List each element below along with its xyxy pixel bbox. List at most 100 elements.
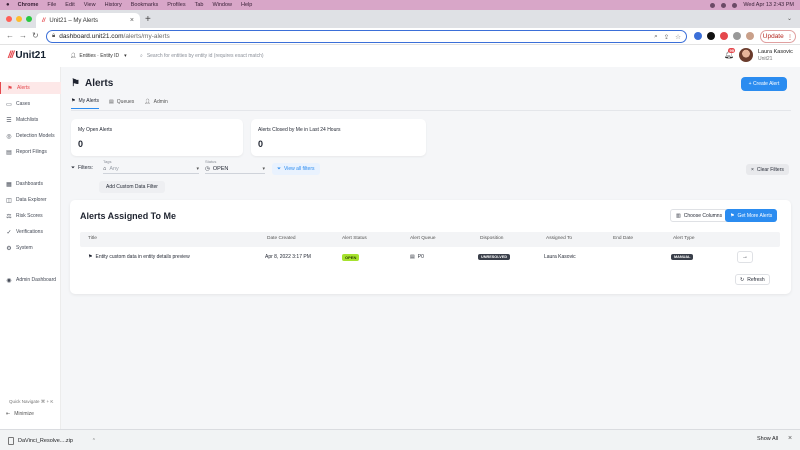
flag-icon: ⚑ (71, 78, 80, 89)
status-icon[interactable] (710, 2, 716, 8)
menu-edit[interactable]: Edit (65, 2, 74, 8)
show-all-downloads-link[interactable]: Show All (757, 436, 778, 442)
sidebar-item-dashboards[interactable]: ▦ Dashboards (0, 178, 61, 190)
tab-search-chevron-icon[interactable]: ⌄ (787, 15, 792, 22)
apple-icon[interactable]: ● (6, 2, 10, 8)
forward-icon[interactable]: → (19, 31, 27, 40)
admin-user-icon: 👤︎ (144, 98, 151, 105)
refresh-icon: ↻ (740, 276, 745, 283)
sidebar-item-admin-dashboard[interactable]: ◉ Admin Dashboard (0, 274, 61, 286)
chevron-up-icon[interactable]: ⌃ (92, 438, 96, 444)
tags-filter-select[interactable]: Tags ⌂ Any ▾ (103, 159, 199, 177)
sidebar-item-cases[interactable]: ▭ Cases (0, 98, 61, 110)
get-more-alerts-button[interactable]: ⚑ Get More Alerts (725, 209, 778, 222)
zoom-window-icon[interactable] (26, 16, 32, 22)
table-row[interactable]: ⚑ Entity custom data in entity details pr… (80, 250, 780, 266)
column-header[interactable]: Disposition (480, 236, 503, 241)
wifi-icon[interactable] (721, 2, 727, 8)
download-item[interactable]: DaVinci_Resolve....zip ⌃ (8, 434, 96, 447)
sidebar-item-detection-models[interactable]: ◎ Detection Models (0, 130, 61, 142)
refresh-button[interactable]: ↻ Refresh (735, 274, 770, 285)
sidebar-item-label: Report Filings (16, 149, 47, 155)
entity-search-input[interactable]: ⌕ Search for entities by entity id (requ… (140, 50, 310, 62)
tags-value: Any (109, 166, 119, 172)
lock-icon[interactable]: 🔒︎ (52, 33, 55, 40)
divider (71, 110, 791, 111)
tab-admin[interactable]: 👤︎ Admin (144, 98, 168, 109)
reload-icon[interactable]: ↻ (32, 31, 39, 40)
open-alert-arrow-icon[interactable]: → (737, 251, 753, 263)
app-header: /// Unit21 👤︎ Entities · Entity ID ▾ ⌕ S… (0, 45, 800, 67)
alert-title-cell[interactable]: ⚑ Entity custom data in entity details pr… (88, 254, 190, 260)
menu-file[interactable]: File (47, 2, 56, 8)
close-window-icon[interactable] (6, 16, 12, 22)
unit21-favicon-icon: // (42, 17, 46, 24)
menu-help[interactable]: Help (241, 2, 252, 8)
sidebar-item-verifications[interactable]: ✓ Verifications (0, 226, 61, 238)
menubar-clock[interactable]: Wed Apr 13 2:43 PM (743, 2, 794, 8)
back-icon[interactable]: ← (6, 31, 14, 40)
avatar[interactable] (739, 48, 753, 62)
column-header[interactable]: Alert Status (342, 236, 367, 241)
column-header[interactable]: Date Created (267, 236, 296, 241)
share-icon[interactable]: ⇪ (664, 33, 669, 41)
entity-search-type-select[interactable]: 👤︎ Entities · Entity ID ▾ (70, 50, 138, 62)
column-header[interactable]: Alert Type (673, 236, 695, 241)
alert-type-cell: MANUAL (671, 254, 694, 260)
search-icon[interactable] (732, 2, 738, 8)
extension-icon[interactable] (707, 32, 715, 40)
menu-window[interactable]: Window (212, 2, 232, 8)
column-header[interactable]: Alert Queue (410, 236, 436, 241)
clear-filters-button[interactable]: × Clear Filters (746, 164, 789, 175)
menu-tab[interactable]: Tab (195, 2, 204, 8)
alerts-tabs: ⚑ My Alerts ▤ Queues 👤︎ Admin (71, 98, 168, 109)
sidebar-item-matchlists[interactable]: ☰ Matchlists (0, 114, 61, 126)
zoom-icon[interactable]: ⌕ (654, 33, 658, 41)
columns-icon: ▥ (676, 212, 681, 219)
column-header[interactable]: Title (88, 236, 97, 241)
extension-icon[interactable] (720, 32, 728, 40)
window-controls (6, 16, 32, 22)
status-filter-select[interactable]: Status ◷ OPEN ▾ (205, 159, 265, 177)
user-name[interactable]: Laura Kasovic (758, 49, 793, 55)
view-all-filters-button[interactable]: ⏷ View all filters (272, 163, 320, 175)
url-host: dashboard.unit21.com (59, 33, 124, 40)
menu-profiles[interactable]: Profiles (167, 2, 185, 8)
minimize-window-icon[interactable] (16, 16, 22, 22)
minimize-sidebar-button[interactable]: ⇤ Minimize (6, 411, 34, 417)
menubar-app-name[interactable]: Chrome (18, 2, 39, 8)
menu-view[interactable]: View (84, 2, 96, 8)
puzzle-extension-icon[interactable] (733, 32, 741, 40)
search-placeholder: Search for entities by entity id (requir… (146, 53, 264, 59)
tab-queues[interactable]: ▤ Queues (109, 98, 134, 109)
unit21-logo[interactable]: /// Unit21 (8, 50, 46, 61)
sidebar-item-risk-scores[interactable]: ⚖ Risk Scores (0, 210, 61, 222)
sidebar-item-report-filings[interactable]: ▤ Report Filings (0, 146, 61, 158)
choose-columns-button[interactable]: ▥ Choose Columns (670, 209, 729, 222)
sidebar-item-data-explorer[interactable]: ◫ Data Explorer (0, 194, 61, 206)
chevron-down-icon: ▾ (262, 166, 265, 172)
column-header[interactable]: Assigned To (546, 236, 572, 241)
menu-bookmarks[interactable]: Bookmarks (131, 2, 159, 8)
create-alert-button[interactable]: + Create Alert (741, 77, 787, 91)
update-button[interactable]: Update ⋮ (760, 30, 796, 43)
close-tab-icon[interactable]: × (130, 17, 134, 24)
close-icon[interactable]: × (788, 435, 792, 442)
address-bar[interactable]: 🔒︎ dashboard.unit21.com/alerts/my-alerts… (46, 30, 687, 43)
bookmark-star-icon[interactable]: ☆ (675, 33, 681, 41)
browser-tab[interactable]: // Unit21 – My Alerts × (36, 13, 140, 28)
notifications-bell-icon[interactable]: 🔔︎ 99 (724, 48, 736, 59)
document-icon: ▤ (6, 149, 12, 156)
sidebar-item-alerts[interactable]: ⚑ Alerts (0, 82, 61, 94)
sidebar-item-system[interactable]: ⚙ System (0, 242, 61, 254)
new-tab-icon[interactable]: + (145, 14, 151, 25)
alert-status-cell: OPEN (342, 254, 360, 261)
briefcase-icon: ▭ (6, 101, 12, 108)
sidebar-item-label: System (16, 245, 33, 251)
column-header[interactable]: End Date (613, 236, 633, 241)
profile-avatar-icon[interactable] (746, 32, 754, 40)
tab-my-alerts[interactable]: ⚑ My Alerts (71, 98, 100, 109)
add-custom-data-filter-button[interactable]: Add Custom Data Filter (99, 181, 165, 193)
extension-icon[interactable] (694, 32, 702, 40)
menu-history[interactable]: History (105, 2, 122, 8)
